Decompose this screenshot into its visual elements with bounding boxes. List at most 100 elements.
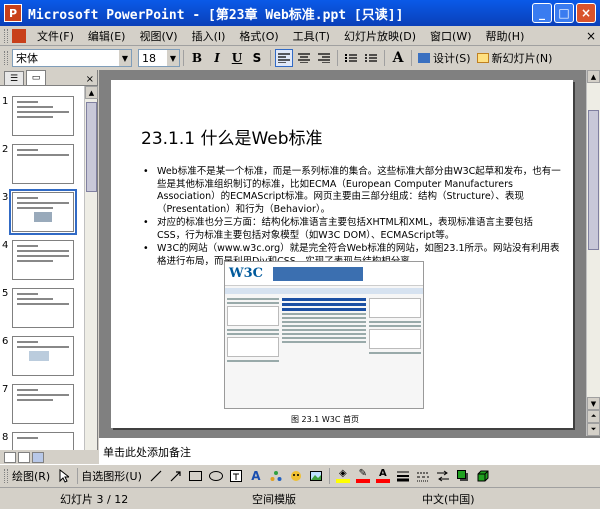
textbox-icon[interactable] <box>228 468 244 484</box>
document-icon[interactable] <box>12 28 26 43</box>
line-color-swatch <box>355 478 370 483</box>
arrow-style-icon[interactable] <box>435 468 451 484</box>
slide-thumbnail-1[interactable]: 1 <box>0 96 84 140</box>
window-controls: _ □ × <box>532 3 596 23</box>
slide-thumbnail-8[interactable]: 8 <box>0 432 84 450</box>
italic-button[interactable]: I <box>208 49 226 67</box>
separator <box>183 50 184 66</box>
line-color-icon[interactable]: ✎ <box>355 468 371 484</box>
slide-thumbnail-4[interactable]: 4 <box>0 240 84 284</box>
draw-menu-button[interactable]: 绘图(R) <box>12 468 50 484</box>
thumbnail-scrollbar[interactable]: ▲ <box>84 86 98 450</box>
bold-button[interactable]: B <box>188 49 206 67</box>
arrow-icon[interactable] <box>168 468 184 484</box>
font-select[interactable]: 宋体 ▼ <box>12 49 132 67</box>
slideshow-icon[interactable] <box>32 451 44 463</box>
slide-title[interactable]: 23.1.1 什么是Web标准 <box>141 124 323 149</box>
scroll-thumb[interactable] <box>86 102 97 192</box>
menu-tools[interactable]: 工具(T) <box>286 28 337 44</box>
maximize-button[interactable]: □ <box>554 3 574 23</box>
select-pointer-icon[interactable] <box>56 468 72 484</box>
slide-sorter-icon[interactable] <box>18 451 30 463</box>
autoshapes-button[interactable]: 自选图形(U) <box>81 468 142 484</box>
slide-thumbnail-5[interactable]: 5 <box>0 288 84 332</box>
numbered-list-icon[interactable] <box>342 49 360 67</box>
font-size-value: 18 <box>142 51 156 65</box>
grip-handle[interactable] <box>4 51 8 65</box>
font-color-icon[interactable]: A <box>375 468 391 484</box>
menu-file[interactable]: 文件(F) <box>30 28 81 44</box>
powerpoint-icon: P <box>4 4 22 22</box>
scroll-up-icon[interactable]: ▲ <box>85 86 98 99</box>
figure-column <box>227 298 280 364</box>
oval-icon[interactable] <box>208 468 224 484</box>
font-size-select[interactable]: 18 ▼ <box>138 49 180 67</box>
scroll-down-icon[interactable]: ▼ <box>587 397 600 410</box>
panel-close-icon[interactable]: × <box>86 74 94 85</box>
chevron-down-icon[interactable]: ▼ <box>167 50 179 66</box>
menu-format[interactable]: 格式(O) <box>232 28 285 44</box>
menu-edit[interactable]: 编辑(E) <box>81 28 133 44</box>
slide-editor: 23.1.1 什么是Web标准 Web标准不是某一个标准，而是一系列标准的集合。… <box>99 70 586 436</box>
document-close-icon[interactable]: × <box>586 29 596 43</box>
grip-handle[interactable] <box>4 468 8 483</box>
slide-thumbnail-2[interactable]: 2 <box>0 144 84 188</box>
dash-style-icon[interactable] <box>415 468 431 484</box>
normal-view-icon[interactable] <box>4 451 16 463</box>
slide-scrollbar[interactable]: ▲ ▼ ⏶ ⏷ <box>586 70 600 436</box>
design-button[interactable]: 设计(S) <box>415 50 474 66</box>
slide-number: 2 <box>2 144 9 155</box>
scroll-thumb[interactable] <box>588 110 599 250</box>
design-icon <box>418 53 430 63</box>
thumbnail-image <box>12 240 74 280</box>
separator <box>77 467 79 484</box>
tab-slides[interactable]: ▭ <box>26 70 46 85</box>
chevron-down-icon[interactable]: ▼ <box>119 50 131 66</box>
close-button[interactable]: × <box>576 3 596 23</box>
shadow-style-icon[interactable] <box>455 468 471 484</box>
slide-canvas[interactable]: 23.1.1 什么是Web标准 Web标准不是某一个标准，而是一系列标准的集合。… <box>111 80 573 428</box>
3d-style-icon[interactable] <box>475 468 491 484</box>
slide-number: 5 <box>2 288 9 299</box>
figure-header: W3C <box>225 262 423 286</box>
fill-color-swatch <box>335 478 350 483</box>
slide-body[interactable]: Web标准不是某一个标准，而是一系列标准的集合。这些标准大部分由W3C起草和发布… <box>141 166 561 269</box>
line-icon[interactable] <box>148 468 164 484</box>
new-slide-button[interactable]: 新幻灯片(N) <box>474 50 556 66</box>
slide-number: 8 <box>2 432 9 443</box>
menu-window[interactable]: 窗口(W) <box>423 28 478 44</box>
scroll-up-icon[interactable]: ▲ <box>587 70 600 83</box>
tab-outline[interactable]: ☰ <box>4 71 24 85</box>
menu-insert[interactable]: 插入(I) <box>185 28 233 44</box>
slide-number: 4 <box>2 240 9 251</box>
shadow-button[interactable]: S <box>248 49 266 67</box>
diagram-icon[interactable] <box>268 468 284 484</box>
align-right-icon[interactable] <box>315 49 333 67</box>
previous-slide-icon[interactable]: ⏶ <box>587 410 600 423</box>
bulleted-list-icon[interactable] <box>362 49 380 67</box>
increase-font-icon[interactable]: A <box>389 49 407 67</box>
underline-button[interactable]: U <box>228 49 246 67</box>
fill-color-icon[interactable]: ◈ <box>335 468 351 484</box>
rectangle-icon[interactable] <box>188 468 204 484</box>
align-left-icon[interactable] <box>275 49 293 67</box>
line-style-icon[interactable] <box>395 468 411 484</box>
grip-handle[interactable] <box>4 28 8 43</box>
align-center-icon[interactable] <box>295 49 313 67</box>
slide-thumbnail-6[interactable]: 6 <box>0 336 84 380</box>
minimize-button[interactable]: _ <box>532 3 552 23</box>
next-slide-icon[interactable]: ⏷ <box>587 423 600 436</box>
figure-caption: 图 23.1 W3C 首页 <box>291 415 360 424</box>
picture-icon[interactable] <box>308 468 324 484</box>
window-title: Microsoft PowerPoint - [第23章 Web标准.ppt [… <box>28 7 404 23</box>
notes-pane[interactable]: 单击此处添加备注 <box>99 436 600 464</box>
w3c-homepage-screenshot[interactable]: W3C <box>224 261 424 409</box>
menu-view[interactable]: 视图(V) <box>132 28 184 44</box>
slide-thumbnail-7[interactable]: 7 <box>0 384 84 428</box>
menu-help[interactable]: 帮助(H) <box>479 28 532 44</box>
clipart-icon[interactable] <box>288 468 304 484</box>
menu-slideshow[interactable]: 幻灯片放映(D) <box>337 28 423 44</box>
wordart-icon[interactable]: A <box>248 468 264 484</box>
slide-thumbnail-3[interactable]: 3 <box>0 189 84 236</box>
thumbnail-image <box>12 384 74 424</box>
